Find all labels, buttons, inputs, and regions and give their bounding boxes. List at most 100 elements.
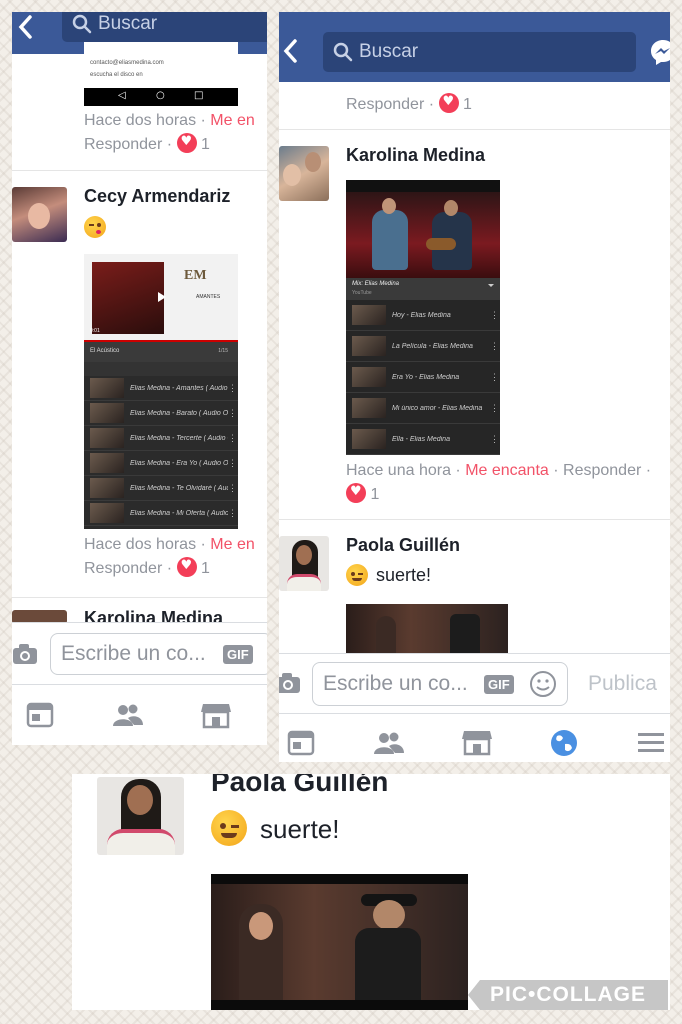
globe-notifications-icon[interactable]	[549, 728, 579, 758]
comment-author[interactable]: Cecy Armendariz	[84, 186, 230, 207]
more-options-icon[interactable]: ⋮	[228, 433, 238, 444]
search-bar[interactable]: Buscar	[323, 32, 636, 72]
avatar[interactable]	[279, 536, 329, 591]
playlist-track[interactable]: Elias Medina - Amantes ( Audio Oficial )…	[84, 376, 238, 401]
playlist-track[interactable]: Elias Medina - Te Olvidaré ( Audio Ofici…	[84, 476, 238, 501]
smiley-icon[interactable]	[529, 670, 557, 698]
more-options-icon[interactable]: ⋮	[228, 508, 238, 519]
playlist-track[interactable]: Hoy - Elias Medina ⋮	[346, 300, 500, 331]
track-title: Elias Medina - Mi Oferta ( Audio Oficial…	[130, 509, 228, 517]
marketplace-icon[interactable]	[200, 701, 232, 729]
playlist-track[interactable]: Elias Medina - Era Yo ( Audio Oficial )⋮	[84, 451, 238, 476]
playlist-track[interactable]: Era Yo - Elias Medina ⋮	[346, 362, 500, 393]
comment-meta: Hace una hora · Me encanta · Responder ·	[346, 462, 652, 479]
android-back-icon: ◁	[118, 90, 126, 101]
search-placeholder: Buscar	[359, 41, 419, 62]
heart-icon	[176, 133, 197, 153]
more-options-icon[interactable]: ⋮	[228, 483, 238, 494]
video-thumbnail[interactable]	[346, 604, 508, 654]
comment-actions: 1	[346, 483, 379, 504]
love-reaction-link[interactable]: Me en	[210, 536, 254, 553]
heart-icon	[176, 557, 197, 577]
more-options-icon[interactable]: ⋮	[490, 403, 500, 414]
more-options-icon[interactable]: ⋮	[228, 408, 238, 419]
news-feed-icon[interactable]	[26, 702, 54, 728]
collapse-chevron-icon[interactable]	[488, 284, 494, 287]
video-caption: AMANTES	[196, 294, 221, 300]
track-title: Ella - Elias Medina	[392, 435, 450, 443]
camera-icon[interactable]	[279, 672, 301, 694]
gif-button[interactable]: GIF	[223, 645, 253, 664]
track-thumbnail	[90, 403, 124, 423]
more-options-icon[interactable]: ⋮	[490, 341, 500, 352]
video-player: EM AMANTES 0:01	[84, 254, 238, 340]
track-title: Elias Medina - Tercerte ( Audio Oficial …	[130, 434, 228, 442]
track-thumbnail	[90, 428, 124, 448]
playlist-screenshot[interactable]: EM AMANTES 0:01 El Acústico 1/15 Elias M…	[84, 254, 238, 529]
camera-icon[interactable]	[12, 643, 38, 665]
love-reaction-link[interactable]: Me en	[210, 112, 254, 129]
status-bar	[346, 180, 500, 192]
comment-author[interactable]: Karolina Medina	[346, 145, 485, 166]
track-thumbnail	[90, 503, 124, 523]
more-options-icon[interactable]: ⋮	[228, 383, 238, 394]
publish-button[interactable]: Publica	[588, 672, 657, 696]
playlist-track[interactable]: Ella - Elias Medina ⋮	[346, 424, 500, 455]
track-thumbnail	[90, 378, 124, 398]
friends-icon[interactable]	[112, 702, 144, 728]
more-options-icon[interactable]: ⋮	[490, 434, 500, 445]
playlist-screenshot[interactable]: Mix: Elias Medina YouTube Hoy - Elias Me…	[346, 180, 500, 455]
avatar[interactable]	[97, 777, 184, 855]
playlist-track[interactable]: Elias Medina - Mi Oferta ( Audio Oficial…	[84, 501, 238, 526]
divider	[12, 170, 267, 171]
reaction-count: 1	[370, 486, 380, 503]
pic-collage-watermark: PIC•COLLAGE	[468, 980, 668, 1010]
playlist-track[interactable]: Elias Medina - Barato ( Audio Oficial )⋮	[84, 401, 238, 426]
android-nav-bar: ◁ ○ □	[84, 88, 238, 106]
news-feed-icon[interactable]	[287, 730, 315, 756]
video-timestamp: 0:01	[90, 328, 100, 334]
playlist-track[interactable]: Mi único amor - Elias Medina ⋮	[346, 393, 500, 424]
messenger-icon[interactable]	[649, 38, 670, 66]
track-thumbnail	[352, 305, 386, 325]
playlist-track[interactable]: Elias Medina - Tercerte ( Audio Oficial …	[84, 426, 238, 451]
comment-meta: Hace dos horas · Me en	[84, 112, 255, 129]
tab-bar	[279, 713, 670, 762]
friends-icon[interactable]	[373, 730, 405, 756]
video-thumbnail[interactable]	[211, 874, 468, 1010]
more-options-icon[interactable]: ⋮	[490, 310, 500, 321]
search-bar[interactable]: Buscar	[62, 12, 267, 42]
reaction-count: 1	[200, 136, 210, 153]
marketplace-icon[interactable]	[461, 728, 493, 756]
reply-link[interactable]: Responder	[84, 560, 162, 577]
back-arrow-icon[interactable]	[16, 14, 36, 40]
reaction-count: 1	[200, 560, 210, 577]
attached-screenshot: contacto@eliasmedina.com escucha el disc…	[84, 42, 238, 106]
track-thumbnail	[352, 336, 386, 356]
screenshot-left: Buscar contacto@eliasmedina.com escucha …	[12, 12, 267, 745]
back-arrow-icon[interactable]	[281, 38, 301, 64]
track-title: Era Yo - Elias Medina	[392, 373, 460, 381]
reply-link[interactable]: Responder	[563, 462, 641, 479]
more-options-icon[interactable]: ⋮	[490, 372, 500, 383]
divider	[279, 129, 670, 130]
track-title: La Película - Elias Medina	[392, 342, 473, 350]
comment-author[interactable]: Paola Guillén	[346, 535, 460, 556]
avatar[interactable]	[12, 187, 67, 242]
love-reaction-link[interactable]: Me encanta	[465, 462, 549, 479]
track-list: Hoy - Elias Medina ⋮ La Película - Elias M…	[346, 300, 500, 455]
menu-icon[interactable]	[637, 731, 665, 755]
gif-button[interactable]: GIF	[484, 675, 514, 694]
reply-link[interactable]: Responder	[346, 96, 424, 113]
android-recents-icon: □	[194, 90, 204, 101]
reply-link[interactable]: Responder	[84, 136, 162, 153]
playlist-track[interactable]: La Película - Elias Medina ⋮	[346, 331, 500, 362]
track-title: Hoy - Elias Medina	[392, 311, 451, 319]
comment-author[interactable]: Paola Guillén	[211, 774, 388, 798]
screenshot-text-line: contacto@eliasmedina.com	[90, 60, 164, 66]
more-options-icon[interactable]: ⋮	[228, 458, 238, 469]
navigation-bar: Buscar	[279, 12, 670, 82]
comment-actions: Responder · 1	[84, 133, 210, 154]
avatar[interactable]	[279, 146, 329, 201]
play-icon[interactable]	[158, 292, 166, 302]
